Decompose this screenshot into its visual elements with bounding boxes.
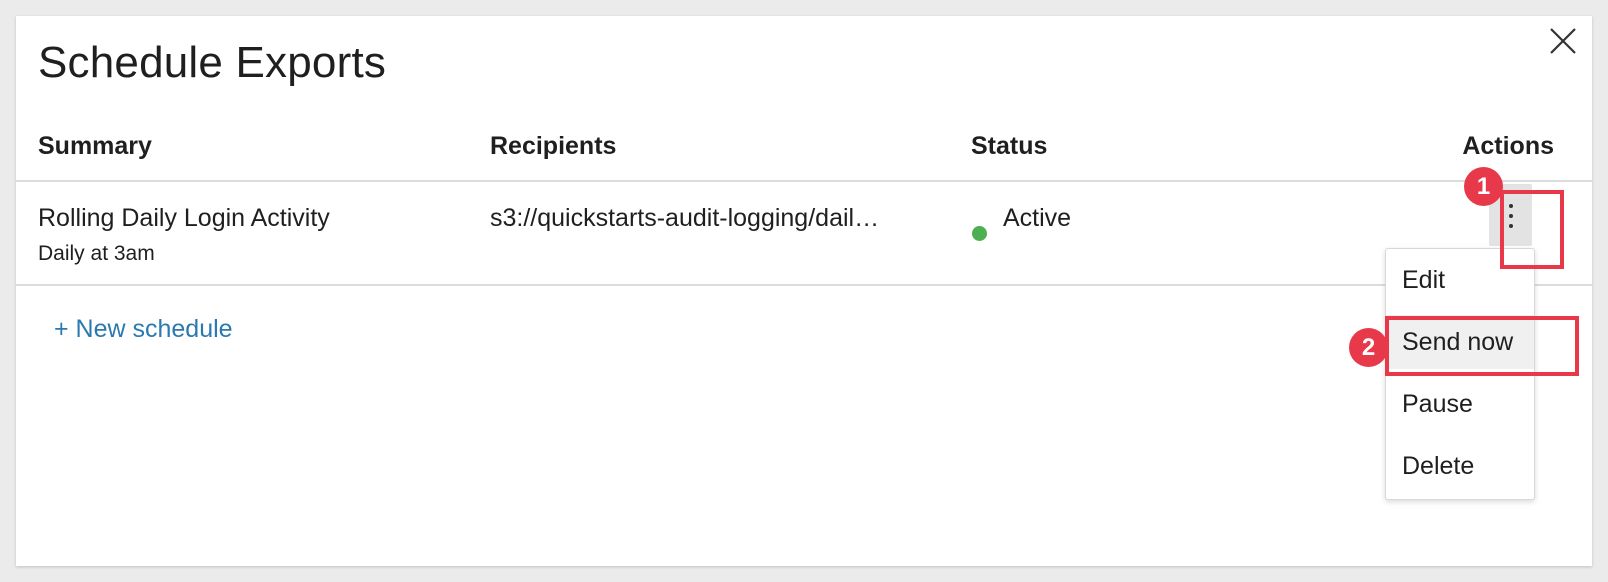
row-divider xyxy=(16,284,1592,286)
menu-item-edit[interactable]: Edit xyxy=(1386,253,1534,307)
status-text: Active xyxy=(1003,204,1072,232)
menu-item-send-now[interactable]: Send now xyxy=(1386,315,1534,369)
dialog-title: Schedule Exports xyxy=(38,38,387,87)
more-vertical-icon xyxy=(1509,204,1513,208)
schedule-exports-dialog: Schedule Exports Summary Recipients Stat… xyxy=(16,16,1592,566)
column-header-status: Status xyxy=(971,132,1048,160)
annotation-badge-1: 1 xyxy=(1464,167,1503,206)
recipient-path: s3://quickstarts-audit-logging/dail… xyxy=(490,204,880,232)
annotation-badge-2: 2 xyxy=(1349,328,1388,367)
close-icon xyxy=(1550,28,1576,54)
menu-item-delete[interactable]: Delete xyxy=(1386,439,1534,493)
column-header-summary: Summary xyxy=(38,132,152,160)
schedule-frequency: Daily at 3am xyxy=(38,242,155,265)
table-row: Rolling Daily Login Activity Daily at 3a… xyxy=(16,182,1592,284)
column-header-recipients: Recipients xyxy=(490,132,617,160)
close-button[interactable] xyxy=(1548,26,1578,56)
schedule-name: Rolling Daily Login Activity xyxy=(38,204,330,232)
status-indicator-dot xyxy=(972,226,987,241)
new-schedule-link[interactable]: + New schedule xyxy=(54,315,233,344)
menu-item-pause[interactable]: Pause xyxy=(1386,377,1534,431)
column-header-actions: Actions xyxy=(1462,132,1554,160)
actions-menu: Edit Send now Pause Delete xyxy=(1385,248,1535,500)
